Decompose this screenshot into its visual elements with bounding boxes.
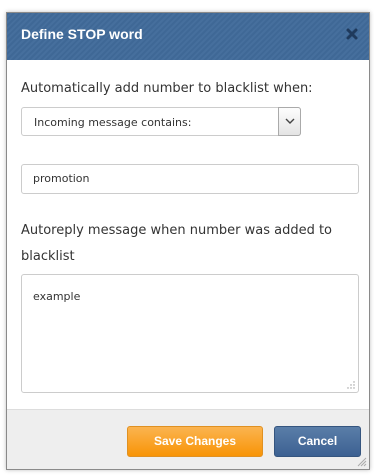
condition-select[interactable]: Incoming message contains: [21, 107, 301, 136]
close-icon [346, 28, 358, 40]
save-changes-button[interactable]: Save Changes [127, 426, 263, 457]
condition-select-toggle[interactable] [278, 107, 301, 136]
autoreply-textarea[interactable]: example [21, 274, 359, 393]
define-stop-word-dialog: Define STOP word Automatically add numbe… [6, 12, 370, 470]
keyword-input[interactable]: promotion [21, 164, 359, 194]
condition-select-value: Incoming message contains: [34, 116, 192, 129]
close-button[interactable] [344, 26, 360, 42]
dialog-body: Automatically add number to blacklist wh… [7, 60, 369, 401]
blacklist-rule-label: Automatically add number to blacklist wh… [21, 81, 313, 96]
dialog-resize-grip-icon[interactable] [355, 455, 367, 467]
autoreply-textarea-value: example [33, 290, 81, 303]
chevron-down-icon [285, 118, 295, 124]
dialog-title: Define STOP word [21, 26, 143, 42]
footer-divider [7, 401, 369, 409]
dialog-header: Define STOP word [7, 13, 369, 60]
resize-handle-icon[interactable] [347, 381, 355, 389]
autoreply-label: Autoreply message when number was added … [21, 223, 333, 264]
cancel-button[interactable]: Cancel [274, 426, 361, 457]
dialog-footer: Save Changes Cancel [7, 409, 369, 469]
